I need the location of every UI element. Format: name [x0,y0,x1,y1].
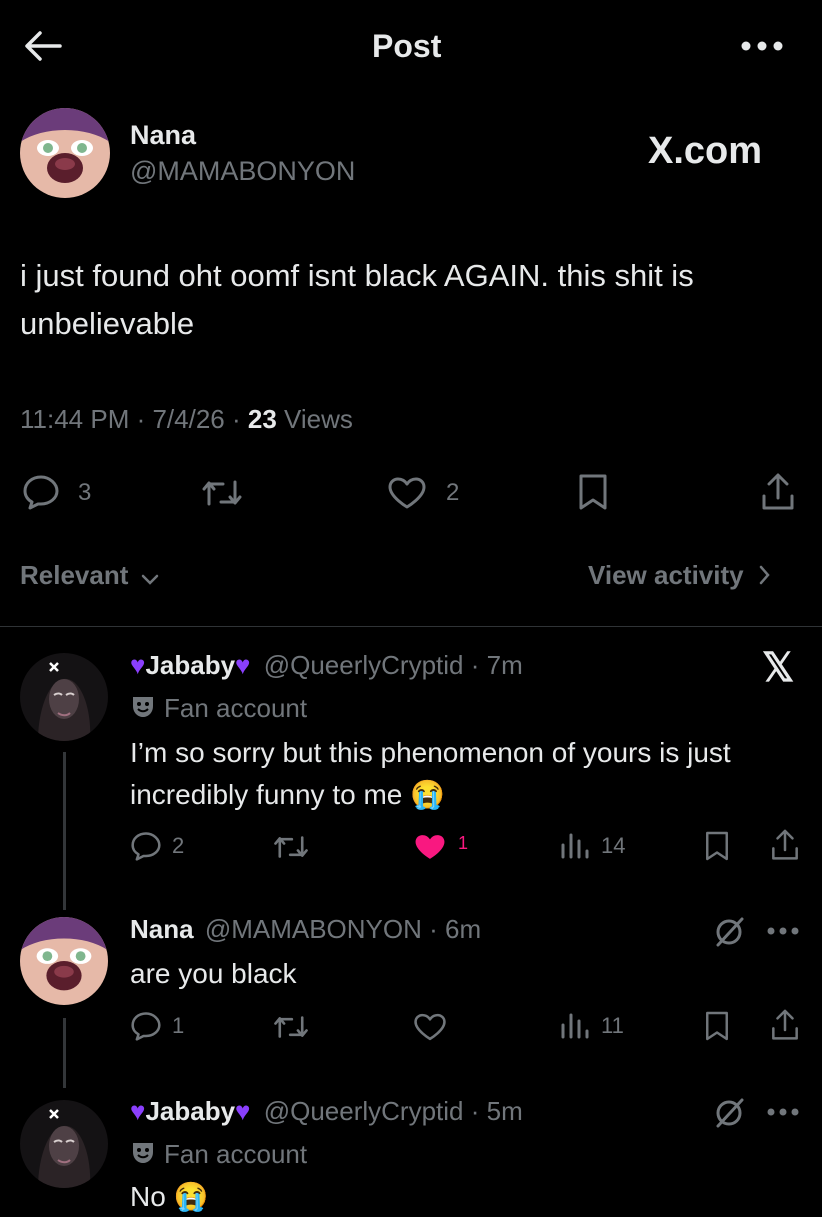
theater-masks-icon [130,694,156,727]
share-icon[interactable] [770,1008,800,1042]
fan-account-badge: Fan account [130,693,307,727]
reply-author-name[interactable]: Jababy [145,1096,235,1126]
views-count: 11 [601,1013,624,1038]
reply-author-handle[interactable]: @QueerlyCryptid [264,650,464,680]
share-icon[interactable] [760,472,796,512]
reply-icon[interactable] [22,474,60,510]
views-icon[interactable] [560,1011,590,1039]
bookmark-icon[interactable] [577,473,609,511]
repost-icon[interactable] [272,1014,310,1040]
avatar[interactable] [20,653,108,741]
back-arrow-icon[interactable] [22,28,64,64]
purple-heart-icon: ♥ [235,1096,251,1126]
theater-masks-icon [130,1140,156,1173]
post-text: i just found oht oomf isnt black AGAIN. … [20,258,694,341]
x-logo-icon: 𝕏 [762,646,795,690]
reply-time: 6m [445,914,482,944]
more-options-icon[interactable] [766,1107,800,1117]
like-icon[interactable] [413,1012,447,1042]
like-count: 2 [446,479,460,506]
repost-icon[interactable] [200,478,244,508]
reply-text: No 😭 [130,1181,209,1212]
reply-count: 2 [172,833,185,858]
sort-dropdown[interactable]: Relevant [20,560,160,593]
views-count: 23 [247,404,277,434]
post-time: 11:44 PM [20,404,130,434]
reply-header: ♥Jababy♥ @QueerlyCryptid · 7m [130,650,523,680]
divider [0,626,822,627]
reply-header: Nana @MAMABONYON · 6m [130,914,482,944]
reply-text: I’m so sorry but this phenomenon of your… [130,737,731,810]
badge-label: Fan account [164,693,308,723]
reply-header: ♥Jababy♥ @QueerlyCryptid · 5m [130,1096,523,1126]
reply-count: 1 [172,1013,185,1038]
fan-account-badge: Fan account [130,1139,307,1173]
like-icon[interactable] [387,476,427,510]
avatar[interactable] [20,917,108,1005]
bookmark-icon[interactable] [704,830,730,862]
thread-line [63,752,66,910]
author-handle[interactable]: @MAMABONYON [130,156,355,187]
chevron-down-icon [140,562,160,593]
more-options-icon[interactable] [766,926,800,936]
author-name[interactable]: Nana [130,120,196,151]
like-icon[interactable] [413,832,447,862]
reply-count: 3 [78,479,92,506]
badge-label: Fan account [164,1139,308,1169]
page-title: Post [372,28,442,64]
reply-icon[interactable] [130,1011,162,1041]
purple-heart-icon: ♥ [130,650,146,680]
views-icon[interactable] [560,831,590,859]
reply-time: 7m [486,650,523,680]
grok-icon[interactable] [712,915,746,949]
bookmark-icon[interactable] [704,1010,730,1042]
share-icon[interactable] [770,828,800,862]
view-activity-link[interactable]: View activity [588,560,771,593]
purple-heart-icon: ♥ [235,650,251,680]
reply-author-name[interactable]: Jababy [145,650,235,680]
sort-label: Relevant [20,560,129,590]
like-count: 1 [458,833,469,853]
view-activity-label: View activity [588,560,744,590]
reply-time: 5m [486,1096,523,1126]
post-meta: 11:44 PM · 7/4/26 · 23 Views [20,404,353,434]
purple-heart-icon: ♥ [130,1096,146,1126]
avatar[interactable] [20,1100,108,1188]
reply-author-handle[interactable]: @QueerlyCryptid [264,1096,464,1126]
thread-line [63,1018,66,1088]
post-date: 7/4/26 [152,404,225,434]
reply-author-handle[interactable]: @MAMABONYON [205,914,422,944]
reply-icon[interactable] [130,831,162,861]
chevron-right-icon [757,562,771,593]
more-options-icon[interactable] [740,40,784,52]
views-count: 14 [601,833,626,858]
reply-author-name[interactable]: Nana [130,914,194,944]
avatar[interactable] [20,108,110,198]
repost-icon[interactable] [272,834,310,860]
x-com-watermark: X.com [648,130,763,172]
grok-icon[interactable] [712,1096,746,1130]
views-label: Views [284,404,353,434]
reply-text: are you black [130,958,297,989]
